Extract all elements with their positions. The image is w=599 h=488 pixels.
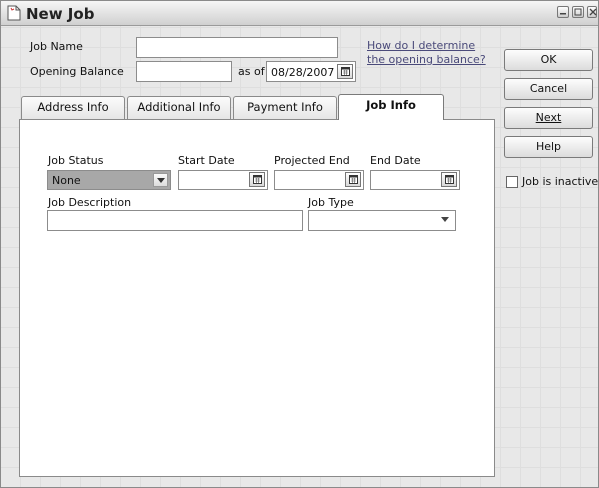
as-of-date-value: 08/28/2007 xyxy=(271,66,335,79)
ok-button[interactable]: OK xyxy=(504,49,593,71)
tab-additional-info[interactable]: Additional Info xyxy=(127,96,231,119)
chevron-down-icon xyxy=(157,178,165,183)
start-date-calendar-button[interactable] xyxy=(249,172,265,187)
next-button-label: Next xyxy=(535,111,562,124)
as-of-calendar-button[interactable] xyxy=(337,64,353,79)
title-bar[interactable]: New Job xyxy=(1,1,598,26)
maximize-button[interactable] xyxy=(572,6,584,18)
end-date-calendar-button[interactable] xyxy=(441,172,457,187)
minimize-icon xyxy=(560,13,566,15)
projected-end-calendar-button[interactable] xyxy=(345,172,361,187)
opening-balance-input[interactable] xyxy=(137,62,231,81)
calendar-icon xyxy=(349,175,358,184)
window-title: New Job xyxy=(26,5,95,23)
help-button[interactable]: Help xyxy=(504,136,593,158)
new-document-icon xyxy=(7,5,21,21)
job-status-select[interactable]: None xyxy=(47,170,171,190)
help-link-line2: the opening balance? xyxy=(367,53,486,66)
tab-payment-info[interactable]: Payment Info xyxy=(233,96,337,119)
as-of-label: as of xyxy=(238,65,265,78)
projected-end-label: Projected End xyxy=(274,154,350,167)
opening-balance-label: Opening Balance xyxy=(30,65,124,78)
help-link-line1: How do I determine xyxy=(367,39,476,52)
next-button[interactable]: Next xyxy=(504,107,593,129)
end-date-field[interactable] xyxy=(370,170,460,190)
job-name-label: Job Name xyxy=(30,40,83,53)
job-description-field[interactable] xyxy=(47,210,303,231)
end-date-label: End Date xyxy=(370,154,421,167)
calendar-icon xyxy=(445,175,454,184)
projected-end-field[interactable] xyxy=(274,170,364,190)
job-inactive-label: Job is inactive xyxy=(522,175,599,188)
new-job-window: New Job Job Name Opening Balance as of 0… xyxy=(0,0,599,488)
start-date-field[interactable] xyxy=(178,170,268,190)
job-name-field[interactable] xyxy=(136,37,338,58)
opening-balance-help-link[interactable]: How do I determine the opening balance? xyxy=(367,39,486,67)
job-inactive-checkbox[interactable] xyxy=(506,176,518,188)
close-icon xyxy=(589,8,597,16)
calendar-icon xyxy=(253,175,262,184)
minimize-button[interactable] xyxy=(557,6,569,18)
job-description-label: Job Description xyxy=(48,196,132,209)
calendar-icon xyxy=(341,67,350,76)
job-type-label: Job Type xyxy=(308,196,354,209)
chevron-down-icon xyxy=(441,217,449,222)
job-type-select[interactable] xyxy=(308,210,456,231)
job-status-value: None xyxy=(52,174,81,187)
as-of-date-field[interactable]: 08/28/2007 xyxy=(266,61,356,82)
cancel-button[interactable]: Cancel xyxy=(504,78,593,100)
close-button[interactable] xyxy=(587,6,597,18)
start-date-label: Start Date xyxy=(178,154,235,167)
job-description-input[interactable] xyxy=(48,211,302,230)
job-type-dropdown-button[interactable] xyxy=(438,213,453,227)
job-name-input[interactable] xyxy=(137,38,337,57)
opening-balance-field[interactable] xyxy=(136,61,232,82)
job-status-label: Job Status xyxy=(48,154,104,167)
job-status-dropdown-button[interactable] xyxy=(153,173,168,187)
tab-job-info[interactable]: Job Info xyxy=(338,94,444,120)
job-info-panel: Job Status None Start Date Projected End xyxy=(19,119,495,477)
maximize-icon xyxy=(574,8,582,16)
tab-address-info[interactable]: Address Info xyxy=(21,96,125,119)
